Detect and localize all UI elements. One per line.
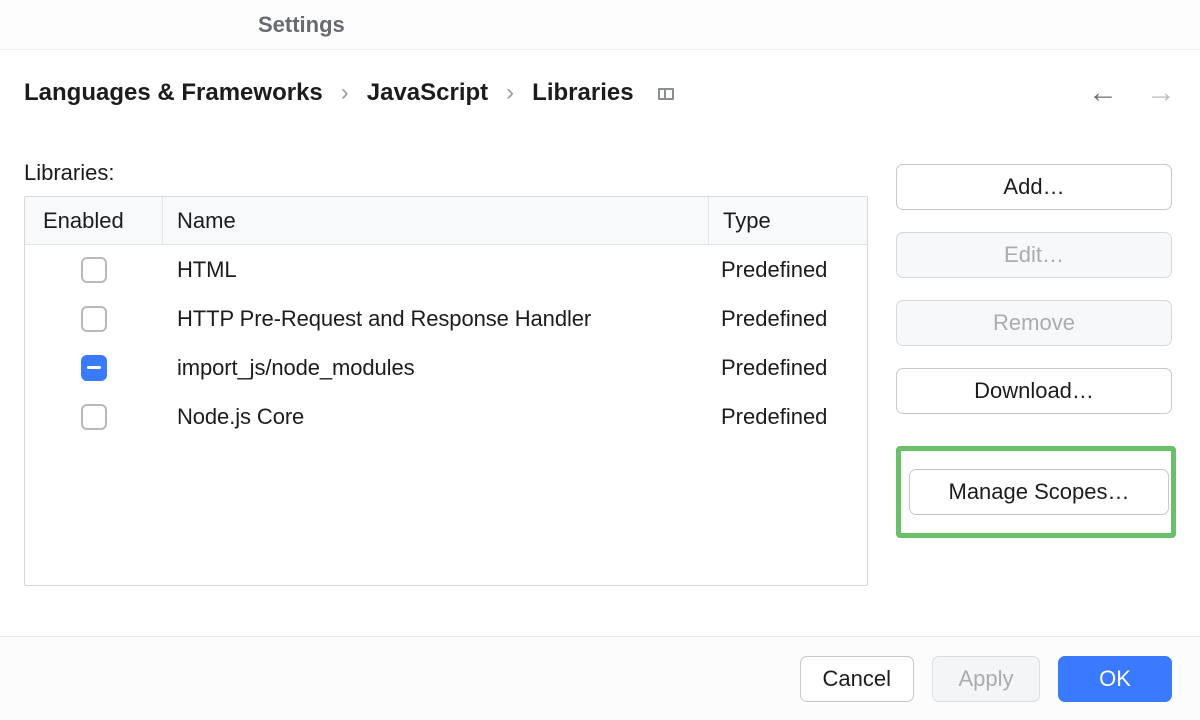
download-button[interactable]: Download… (896, 368, 1172, 414)
table-header: Enabled Name Type (25, 197, 867, 245)
apply-button: Apply (932, 656, 1040, 702)
nav-forward-icon[interactable]: → (1146, 76, 1176, 110)
dialog-footer: Cancel Apply OK (0, 636, 1200, 720)
table-row[interactable]: Node.js Core Predefined (25, 392, 867, 441)
add-button[interactable]: Add… (896, 164, 1172, 210)
checkbox[interactable] (81, 306, 107, 332)
table-row[interactable]: HTML Predefined (25, 245, 867, 294)
cell-type: Predefined (709, 404, 867, 430)
table-row[interactable]: import_js/node_modules Predefined (25, 343, 867, 392)
cell-name: HTML (163, 257, 709, 283)
window-title: Settings (0, 0, 1200, 50)
cancel-button[interactable]: Cancel (800, 656, 914, 702)
nav-back-icon[interactable]: ← (1088, 76, 1118, 110)
section-label-libraries: Libraries: (24, 160, 868, 186)
table-row[interactable]: HTTP Pre-Request and Response Handler Pr… (25, 294, 867, 343)
ok-button[interactable]: OK (1058, 656, 1172, 702)
breadcrumb-item-1[interactable]: JavaScript (367, 79, 488, 107)
col-header-name[interactable]: Name (163, 197, 709, 244)
manage-scopes-button[interactable]: Manage Scopes… (909, 469, 1169, 515)
remove-button: Remove (896, 300, 1172, 346)
breadcrumb-item-2[interactable]: Libraries (532, 79, 633, 107)
edit-button: Edit… (896, 232, 1172, 278)
breadcrumb-sep: › (339, 79, 351, 107)
breadcrumb-item-0[interactable]: Languages & Frameworks (24, 79, 323, 107)
libraries-table: Enabled Name Type HTML Predefined HTTP P… (24, 196, 868, 586)
checkbox[interactable] (81, 257, 107, 283)
cell-type: Predefined (709, 306, 867, 332)
col-header-type[interactable]: Type (709, 197, 867, 244)
breadcrumb-sep: › (504, 79, 516, 107)
col-header-enabled[interactable]: Enabled (25, 197, 163, 244)
cell-type: Predefined (709, 257, 867, 283)
checkbox-indeterminate[interactable] (81, 355, 107, 381)
cell-name: HTTP Pre-Request and Response Handler (163, 306, 709, 332)
cell-type: Predefined (709, 355, 867, 381)
cell-name: import_js/node_modules (163, 355, 709, 381)
manage-scopes-highlight: Manage Scopes… (896, 446, 1176, 538)
layout-icon[interactable] (658, 88, 674, 100)
checkbox[interactable] (81, 404, 107, 430)
cell-name: Node.js Core (163, 404, 709, 430)
breadcrumb: Languages & Frameworks › JavaScript › Li… (24, 79, 674, 107)
